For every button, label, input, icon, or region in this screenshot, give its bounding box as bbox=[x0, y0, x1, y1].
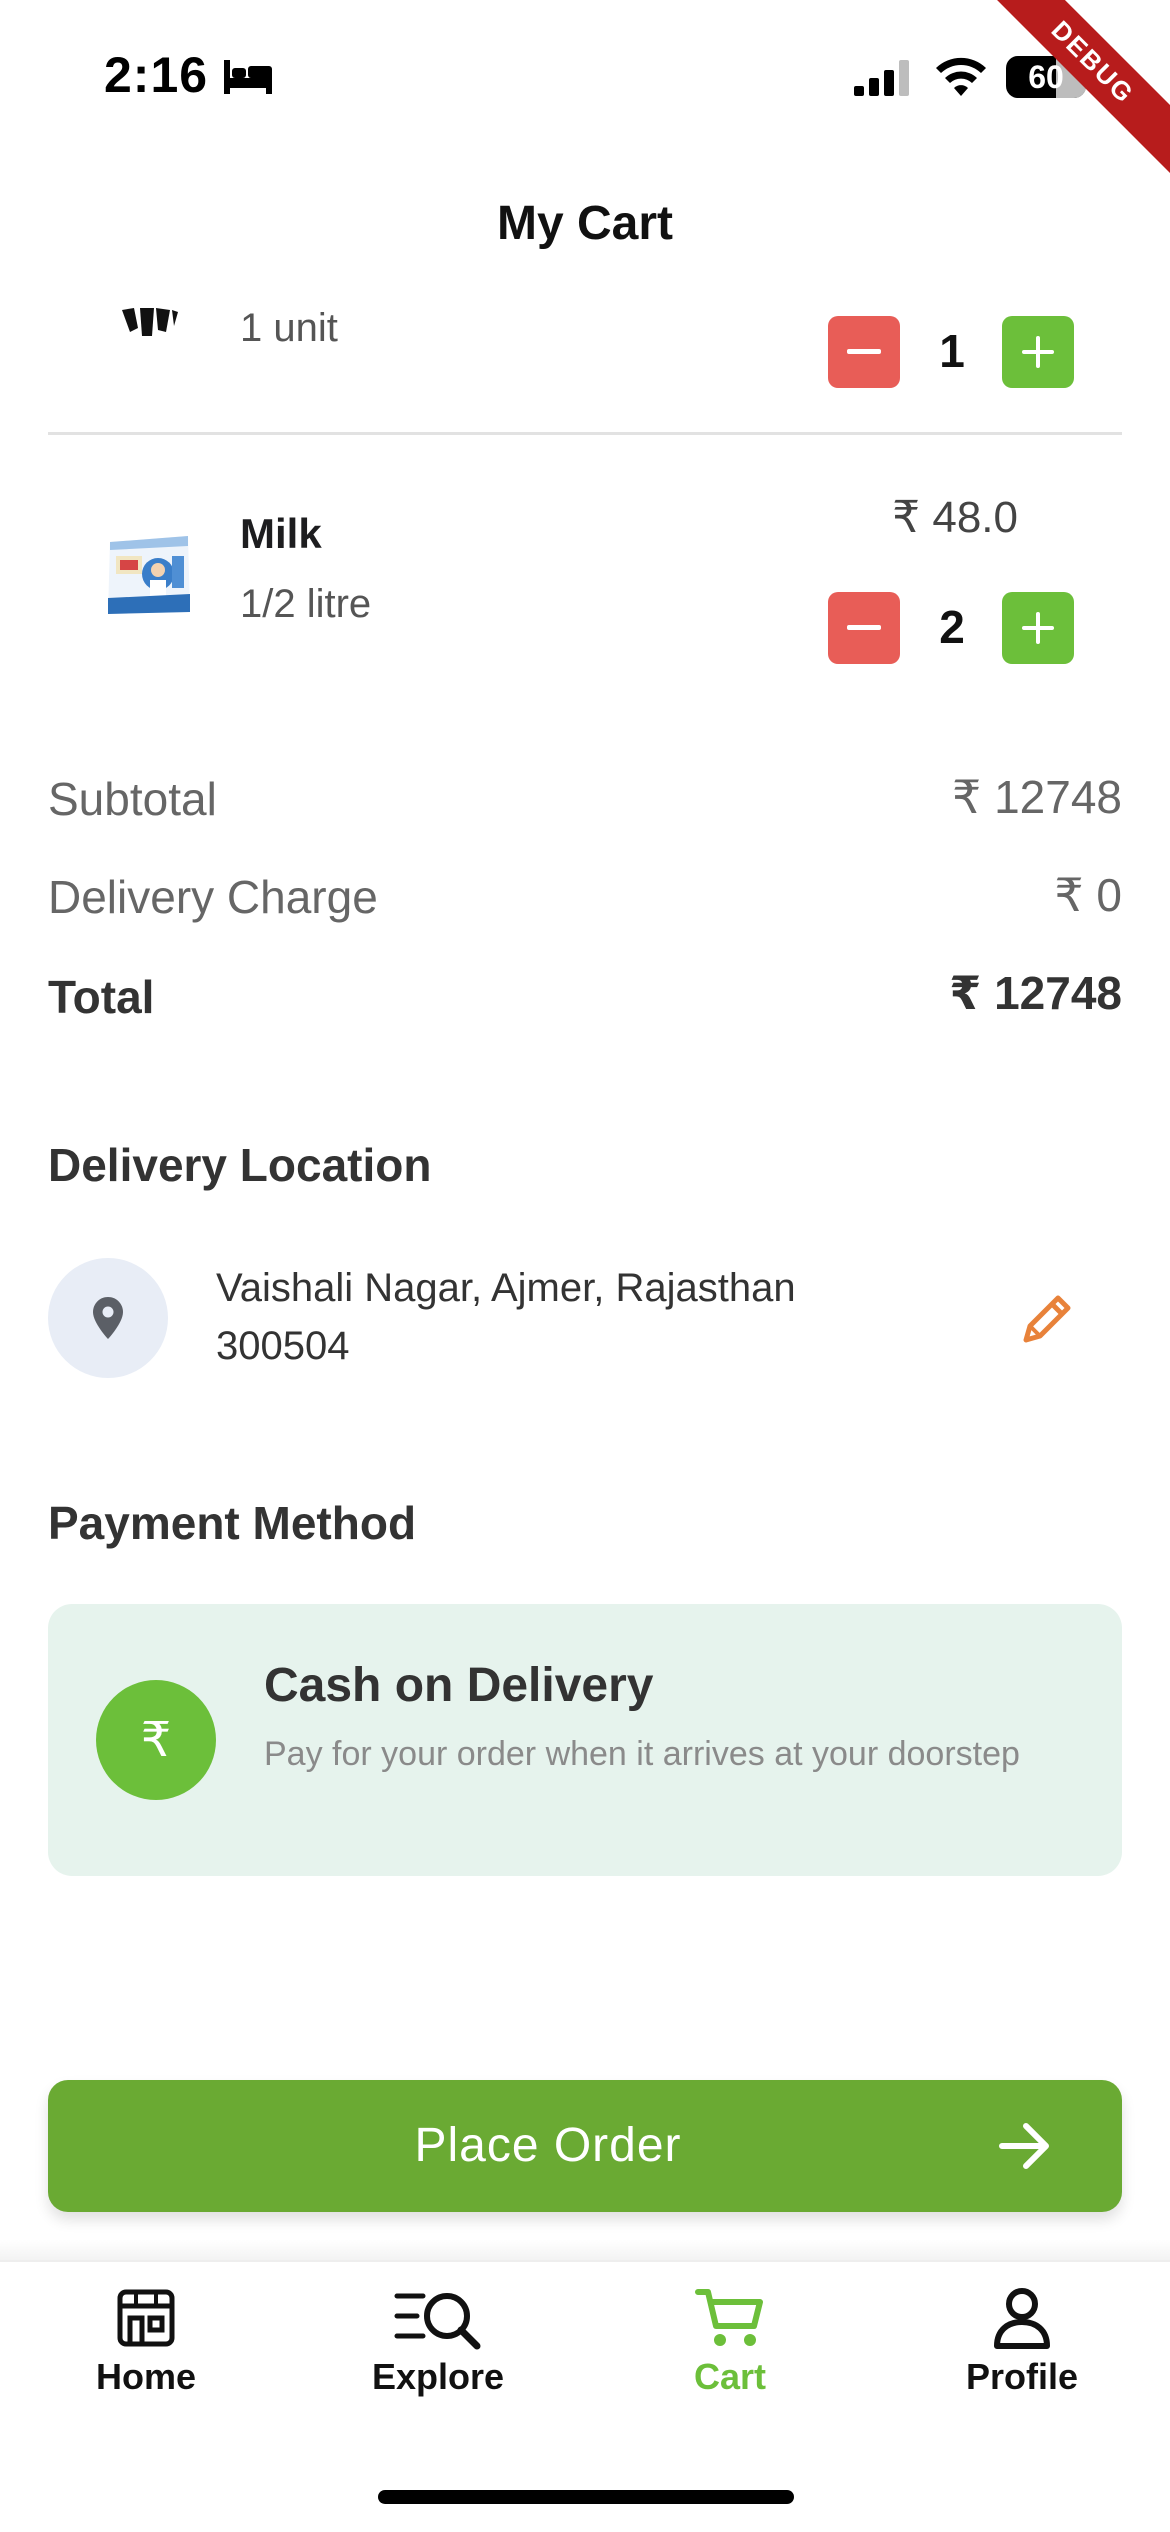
nav-label-home: Home bbox=[95, 2356, 197, 2397]
decrease-quantity-button[interactable] bbox=[828, 592, 900, 664]
search-list-icon bbox=[394, 2293, 481, 2350]
cart-icon bbox=[695, 2289, 763, 2346]
arrow-right-icon bbox=[999, 2123, 1049, 2169]
cart-screen: 2:16 60 DEBUG My Cart 1 unit 1 Milk 1/2 … bbox=[0, 0, 1170, 2532]
payment-option-card[interactable]: ₹ Cash on Delivery Pay for your order wh… bbox=[48, 1604, 1122, 1876]
product-image bbox=[122, 308, 178, 336]
edit-address-icon[interactable] bbox=[1016, 1290, 1076, 1350]
signal-icon bbox=[854, 60, 909, 96]
delivery-charge-value: ₹ 0 bbox=[1054, 869, 1122, 921]
quantity-value: 2 bbox=[939, 601, 965, 653]
person-icon bbox=[994, 2288, 1050, 2349]
nav-item-profile[interactable]: Profile bbox=[922, 2286, 1122, 2426]
product-image bbox=[108, 536, 190, 614]
delivery-charge-label: Delivery Charge bbox=[48, 871, 378, 923]
nav-label-explore: Explore bbox=[371, 2356, 505, 2397]
page-title: My Cart bbox=[496, 197, 674, 250]
nav-item-explore[interactable]: Explore bbox=[338, 2286, 538, 2426]
minus-icon bbox=[847, 625, 881, 630]
total-label: Total bbox=[48, 971, 155, 1023]
location-icon-container bbox=[48, 1258, 168, 1378]
item-price: ₹ 48.0 bbox=[892, 493, 1018, 542]
total-value: ₹ 12748 bbox=[949, 967, 1122, 1019]
minus-icon bbox=[847, 349, 881, 354]
quantity-value: 1 bbox=[939, 325, 965, 377]
nav-label-profile: Profile bbox=[965, 2356, 1079, 2397]
payment-method-description: Pay for your order when it arrives at yo… bbox=[264, 1735, 1020, 1773]
rupee-icon: ₹ bbox=[96, 1680, 216, 1800]
subtotal-value: ₹ 12748 bbox=[952, 771, 1122, 823]
nav-item-cart[interactable]: Cart bbox=[630, 2286, 830, 2426]
cart-item: Milk 1/2 litre ₹ 48.0 2 bbox=[48, 480, 1122, 680]
nav-label-cart: Cart bbox=[693, 2356, 767, 2397]
plus-icon bbox=[1022, 612, 1054, 644]
delivery-location-title: Delivery Location bbox=[48, 1139, 432, 1191]
item-divider bbox=[48, 432, 1122, 435]
location-pin-icon bbox=[93, 1297, 123, 1339]
increase-quantity-button[interactable] bbox=[1002, 592, 1074, 664]
increase-quantity-button[interactable] bbox=[1002, 316, 1074, 388]
nav-shadow bbox=[0, 2240, 1170, 2260]
address-line: Vaishali Nagar, Ajmer, Rajasthan bbox=[216, 1266, 796, 1310]
place-order-label: Place Order bbox=[414, 2119, 682, 2172]
item-unit: 1 unit bbox=[240, 306, 338, 350]
item-unit: 1/2 litre bbox=[240, 582, 372, 626]
nav-item-home[interactable]: Home bbox=[46, 2286, 246, 2426]
payment-method-name: Cash on Delivery bbox=[264, 1659, 654, 1712]
rupee-symbol: ₹ bbox=[140, 1714, 172, 1767]
cart-item: 1 unit 1 bbox=[48, 290, 1122, 430]
decrease-quantity-button[interactable] bbox=[828, 316, 900, 388]
plus-icon bbox=[1022, 336, 1054, 368]
status-bar: 2:16 60 DEBUG bbox=[0, 0, 1170, 196]
item-name: Milk bbox=[240, 510, 322, 557]
status-time: 2:16 bbox=[104, 47, 209, 103]
wifi-icon bbox=[936, 57, 986, 96]
bed-icon bbox=[224, 60, 272, 94]
address-postcode: 300504 bbox=[216, 1324, 350, 1368]
subtotal-label: Subtotal bbox=[48, 773, 217, 825]
home-indicator bbox=[378, 2490, 794, 2504]
place-order-button[interactable]: Place Order bbox=[48, 2080, 1122, 2212]
payment-method-title: Payment Method bbox=[48, 1497, 417, 1549]
store-icon bbox=[117, 2289, 175, 2347]
